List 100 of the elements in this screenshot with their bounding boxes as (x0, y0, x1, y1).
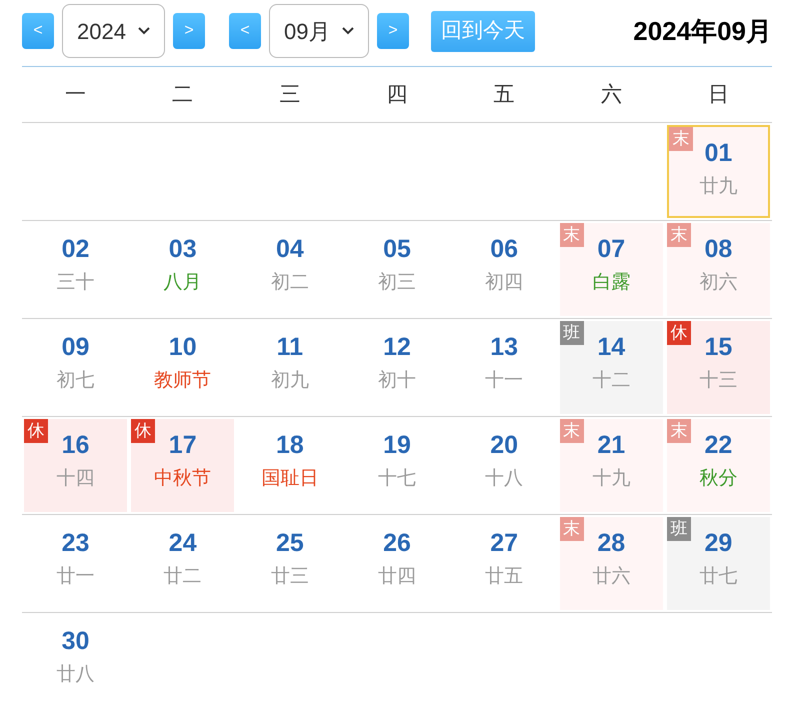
day-cell[interactable]: 05 初三 (345, 223, 449, 316)
lunar-date: 十三 (699, 369, 738, 393)
lunar-date: 廿一 (56, 565, 95, 589)
day-number: 21 (597, 430, 626, 461)
weekend-badge: 末 (560, 223, 584, 247)
day-number: 26 (383, 528, 411, 559)
day-number: 08 (704, 234, 732, 265)
lunar-date: 初四 (485, 271, 524, 295)
month-title: 2024年09月 (633, 14, 772, 48)
day-cell[interactable]: 23 廿一 (24, 517, 128, 610)
lunar-date: 教师节 (154, 369, 212, 393)
lunar-date: 廿三 (270, 565, 309, 589)
day-cell[interactable]: 末 01 廿九 (666, 125, 770, 218)
lunar-date: 白露 (592, 271, 630, 295)
lunar-date: 初三 (378, 271, 416, 295)
day-number: 06 (490, 234, 518, 265)
day-number: 13 (490, 332, 518, 363)
day-number: 01 (704, 138, 732, 169)
lunar-date: 十九 (592, 467, 630, 491)
day-number: 11 (276, 332, 304, 363)
day-cell[interactable]: 末 22 秋分 (666, 419, 770, 512)
day-number: 27 (490, 528, 518, 559)
day-cell[interactable]: 24 廿二 (131, 517, 234, 610)
day-cell[interactable]: 班 14 十二 (560, 321, 663, 414)
holiday-badge: 休 (131, 419, 156, 443)
day-number: 02 (62, 234, 90, 265)
year-select[interactable]: 2024 (62, 4, 165, 58)
weekday-label: 五 (492, 82, 516, 108)
day-number: 03 (168, 234, 197, 265)
day-cell[interactable]: 09 初七 (24, 321, 128, 414)
day-number: 25 (276, 528, 304, 559)
day-cell[interactable]: 02 三十 (24, 223, 128, 316)
day-number: 09 (62, 332, 90, 363)
day-cell[interactable]: 末 08 初六 (666, 223, 770, 316)
weekday-label: 六 (600, 82, 623, 108)
lunar-date: 廿二 (164, 565, 202, 589)
weekday-label: 三 (278, 82, 302, 108)
day-number: 28 (597, 528, 626, 559)
day-number: 12 (383, 332, 411, 363)
day-cell[interactable]: 06 初四 (452, 223, 556, 316)
day-cell[interactable]: 班 29 廿七 (666, 517, 770, 610)
weekday-label: 二 (171, 82, 194, 108)
day-cell[interactable]: 13 十一 (452, 321, 556, 414)
day-number: 10 (168, 332, 197, 363)
day-cell[interactable]: 休 15 十三 (666, 321, 770, 414)
day-cell[interactable]: 休 16 十四 (24, 419, 128, 512)
month-select[interactable]: 09月 (269, 4, 369, 58)
day-number: 05 (383, 234, 411, 265)
holiday-badge: 休 (24, 419, 48, 443)
day-cell[interactable]: 10 教师节 (131, 321, 234, 414)
day-number: 15 (704, 332, 732, 363)
day-cell[interactable]: 30 廿八 (24, 615, 128, 708)
day-number: 17 (168, 430, 197, 461)
lunar-date: 廿六 (592, 565, 630, 589)
day-cell[interactable]: 20 十八 (452, 419, 556, 512)
lunar-date: 廿五 (485, 565, 524, 589)
lunar-date: 廿九 (699, 175, 738, 199)
weekday-label: 一 (64, 82, 88, 108)
lunar-date: 十二 (592, 369, 630, 393)
weekday-label: 日 (706, 82, 730, 108)
day-number: 22 (704, 430, 732, 461)
day-number: 20 (490, 430, 518, 461)
day-cell[interactable]: 26 廿四 (345, 517, 449, 610)
lunar-date: 中秋节 (154, 467, 212, 491)
workday-badge: 班 (560, 321, 584, 345)
day-cell[interactable]: 休 17 中秋节 (131, 419, 234, 512)
day-cell[interactable]: 04 初二 (238, 223, 342, 316)
day-cell[interactable]: 11 初九 (238, 321, 342, 414)
day-number: 14 (597, 332, 626, 363)
day-cell[interactable]: 末 21 十九 (560, 419, 663, 512)
lunar-date: 初十 (378, 369, 416, 393)
weekend-badge: 末 (666, 223, 691, 247)
lunar-date: 八月 (164, 271, 202, 295)
lunar-date: 十八 (485, 467, 524, 491)
lunar-date: 廿八 (56, 663, 95, 687)
day-number: 16 (62, 430, 90, 461)
day-cell[interactable]: 27 廿五 (452, 517, 556, 610)
day-cell[interactable]: 18 国耻日 (238, 419, 342, 512)
lunar-date: 十一 (485, 369, 524, 393)
day-cell[interactable]: 末 07 白露 (560, 223, 663, 316)
day-cell[interactable]: 19 十七 (345, 419, 449, 512)
day-cell[interactable]: 末 28 廿六 (560, 517, 663, 610)
day-number: 24 (168, 528, 197, 559)
holiday-badge: 休 (666, 321, 691, 345)
chevron-icon (138, 27, 150, 35)
day-number: 18 (276, 430, 304, 461)
lunar-date: 十四 (56, 467, 95, 491)
lunar-date: 初九 (270, 369, 309, 393)
workday-badge: 班 (666, 517, 691, 541)
day-cell[interactable]: 03 八月 (131, 223, 234, 316)
lunar-date: 十七 (378, 467, 416, 491)
day-number: 30 (62, 626, 90, 657)
day-cell[interactable]: 12 初十 (345, 321, 449, 414)
weekend-badge: 末 (560, 419, 584, 443)
lunar-date: 初二 (270, 271, 309, 295)
lunar-date: 初七 (56, 369, 95, 393)
weekend-badge: 末 (668, 127, 693, 151)
day-cell[interactable]: 25 廿三 (238, 517, 342, 610)
chevron-icon (342, 27, 354, 35)
day-number: 23 (62, 528, 90, 559)
